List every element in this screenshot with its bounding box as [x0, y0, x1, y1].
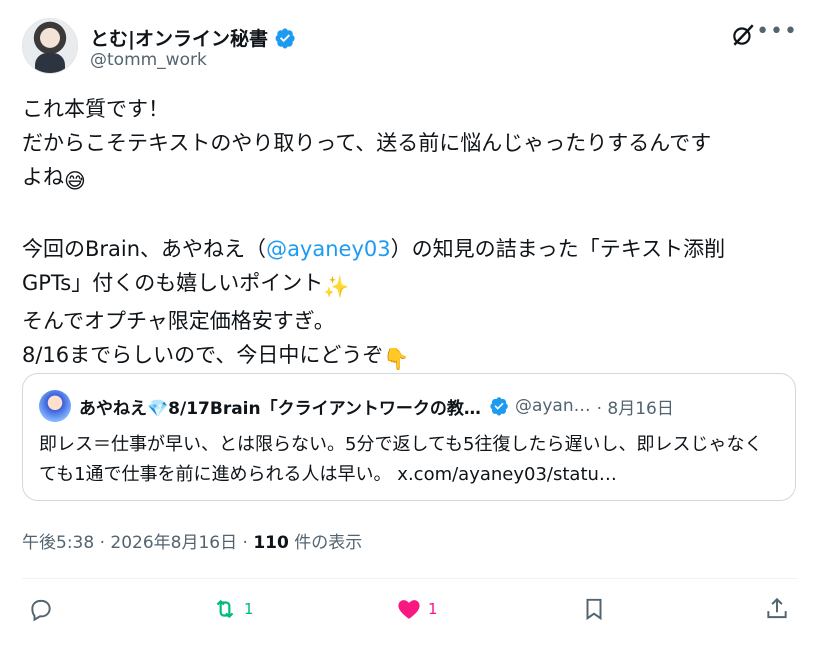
author-row: とむ|オンライン秘書	[90, 24, 296, 51]
pointing-down-emoji: 👇	[383, 347, 410, 371]
grok-icon[interactable]	[730, 22, 756, 48]
tweet-meta: 午後5:38 · 2026年8月16日 · 110 件の表示	[22, 528, 362, 553]
tweet-text: これ本質です！ だからこそテキストのやり取りって、送る前に悩んじゃったりするんで…	[22, 92, 798, 376]
quoted-tweet-body: 即レス＝仕事が早い、とは限らない。5分で返しても5往復したら遅いし、即レスじゃな…	[39, 430, 779, 490]
tweet-line: 8/16までらしいので、今日中にどうぞ	[22, 343, 384, 367]
tweet-line: 今回のBrain、あやねえ（	[22, 237, 267, 261]
retweet-icon	[216, 599, 234, 619]
share-button[interactable]	[764, 596, 790, 622]
share-icon	[767, 597, 787, 619]
tweet-line: だからこそテキストのやり取りって、送る前に悩んじゃったりするんです	[22, 131, 712, 155]
verified-badge-icon	[275, 27, 295, 49]
like-button[interactable]: 1	[396, 596, 438, 622]
timestamp[interactable]: 午後5:38 · 2026年8月16日 ·	[22, 533, 253, 553]
quoted-avatar[interactable]	[39, 390, 71, 422]
author-name[interactable]: とむ|オンライン秘書	[90, 24, 268, 51]
author-handle[interactable]: @tomm_work	[90, 50, 207, 70]
bookmark-button[interactable]	[581, 596, 607, 622]
heart-icon	[398, 600, 420, 619]
mention-link[interactable]: @ayaney03	[266, 237, 391, 261]
reply-icon	[31, 599, 51, 622]
retweet-count: 1	[244, 600, 254, 618]
avatar[interactable]	[22, 18, 78, 74]
quoted-author-name[interactable]: あやねえ💎8/17Brain「クライアントワークの教…	[79, 394, 481, 419]
like-count: 1	[428, 600, 438, 618]
tweet-line: よね	[22, 165, 64, 189]
more-icon[interactable]: •••	[756, 21, 798, 43]
action-bar: 1 1	[28, 596, 792, 628]
sparkles-emoji: ✨	[323, 275, 350, 299]
quoted-link[interactable]: x.com/ayaney03/statu…	[397, 464, 617, 485]
quoted-tweet[interactable]: あやねえ💎8/17Brain「クライアントワークの教… @ayan… · 8月1…	[22, 373, 796, 501]
quoted-author-handle[interactable]: @ayan…	[515, 396, 591, 416]
tweet-line: これ本質です！	[22, 97, 169, 121]
sweat-smile-emoji: 😅	[64, 169, 86, 193]
bookmark-icon	[586, 598, 602, 621]
quoted-verified-badge-icon	[490, 397, 508, 416]
quoted-date[interactable]: · 8月16日	[597, 394, 674, 419]
retweet-button[interactable]: 1	[212, 596, 254, 622]
tweet-header: とむ|オンライン秘書 @tomm_work •••	[22, 18, 798, 74]
view-count: 110	[253, 533, 289, 553]
reply-button[interactable]	[28, 596, 60, 622]
divider	[22, 578, 798, 579]
quoted-tweet-header: あやねえ💎8/17Brain「クライアントワークの教… @ayan… · 8月1…	[39, 390, 781, 422]
view-label: 件の表示	[288, 533, 363, 553]
tweet-line: そんでオプチャ限定価格安すぎ。	[22, 309, 335, 333]
tweet-line: ）の知見の詰まった「テキスト添削	[390, 237, 726, 261]
tweet-line: GPTs」付くのも嬉しいポイント	[22, 271, 324, 295]
